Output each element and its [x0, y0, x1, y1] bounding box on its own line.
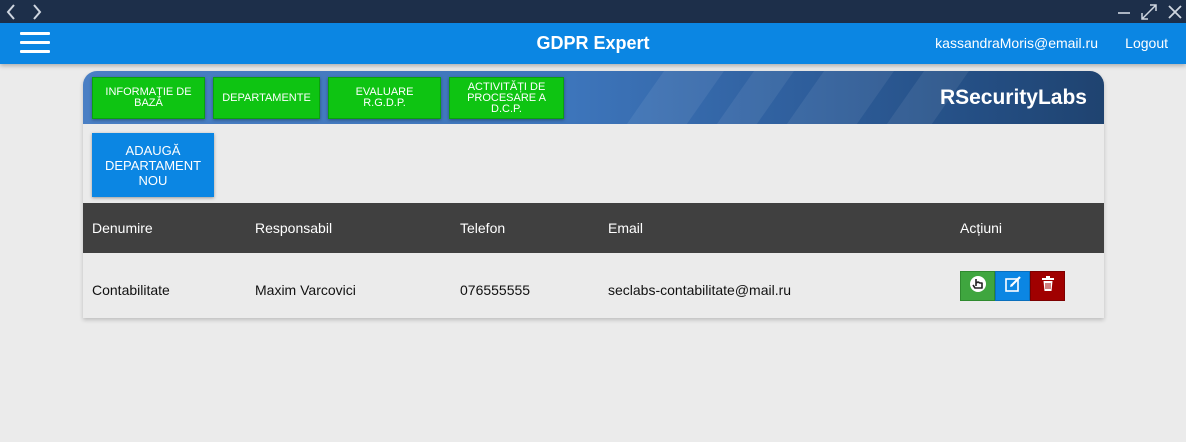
- departments-card: Informație de bază Departamente Evaluare…: [83, 71, 1104, 318]
- cell-email: seclabs-contabilitate@mail.ru: [608, 282, 792, 298]
- view-button[interactable]: [960, 271, 995, 301]
- cell-denumire: Contabilitate: [92, 282, 170, 298]
- table-header: Denumire Responsabil Telefon Email Acțiu…: [83, 203, 1104, 253]
- column-header-responsabil: Responsabil: [255, 220, 333, 236]
- tab-activitati-procesare[interactable]: Activități de procesare a D.C.P.: [449, 77, 564, 119]
- window-titlebar: [0, 0, 1186, 23]
- add-department-button[interactable]: Adaugă departament nou: [92, 133, 214, 197]
- close-icon[interactable]: [1164, 0, 1186, 23]
- edit-icon: [1004, 275, 1022, 298]
- column-header-email: Email: [608, 220, 644, 236]
- tab-evaluare-rgdp[interactable]: Evaluare R.G.D.P.: [328, 77, 441, 119]
- cell-responsabil: Maxim Varcovici: [255, 282, 356, 298]
- edit-button[interactable]: [995, 271, 1030, 301]
- card-banner: Informație de bază Departamente Evaluare…: [83, 71, 1104, 124]
- back-nav-icon[interactable]: [0, 0, 22, 23]
- forward-nav-icon[interactable]: [26, 0, 48, 23]
- column-header-actiuni: Acțiuni: [960, 220, 1003, 236]
- column-header-denumire: Denumire: [92, 220, 153, 236]
- minimize-icon[interactable]: [1113, 0, 1135, 23]
- logout-link[interactable]: Logout: [1125, 23, 1168, 64]
- column-header-telefon: Telefon: [460, 220, 506, 236]
- brand-name: RSecurityLabs: [939, 86, 1087, 109]
- table-row: Contabilitate Maxim Varcovici 076555555 …: [83, 253, 1104, 318]
- tab-informatie-de-baza[interactable]: Informație de bază: [92, 77, 205, 119]
- trash-icon: [1041, 275, 1055, 297]
- user-email: kassandraMoris@email.ru: [935, 35, 1098, 51]
- maximize-icon[interactable]: [1138, 0, 1160, 23]
- tab-departamente[interactable]: Departamente: [213, 77, 320, 119]
- app-bar: GDPR Expert kassandraMoris@email.ru Logo…: [0, 23, 1186, 64]
- hand-pointer-icon: [969, 275, 987, 298]
- cell-telefon: 076555555: [460, 282, 531, 298]
- delete-button[interactable]: [1030, 271, 1065, 301]
